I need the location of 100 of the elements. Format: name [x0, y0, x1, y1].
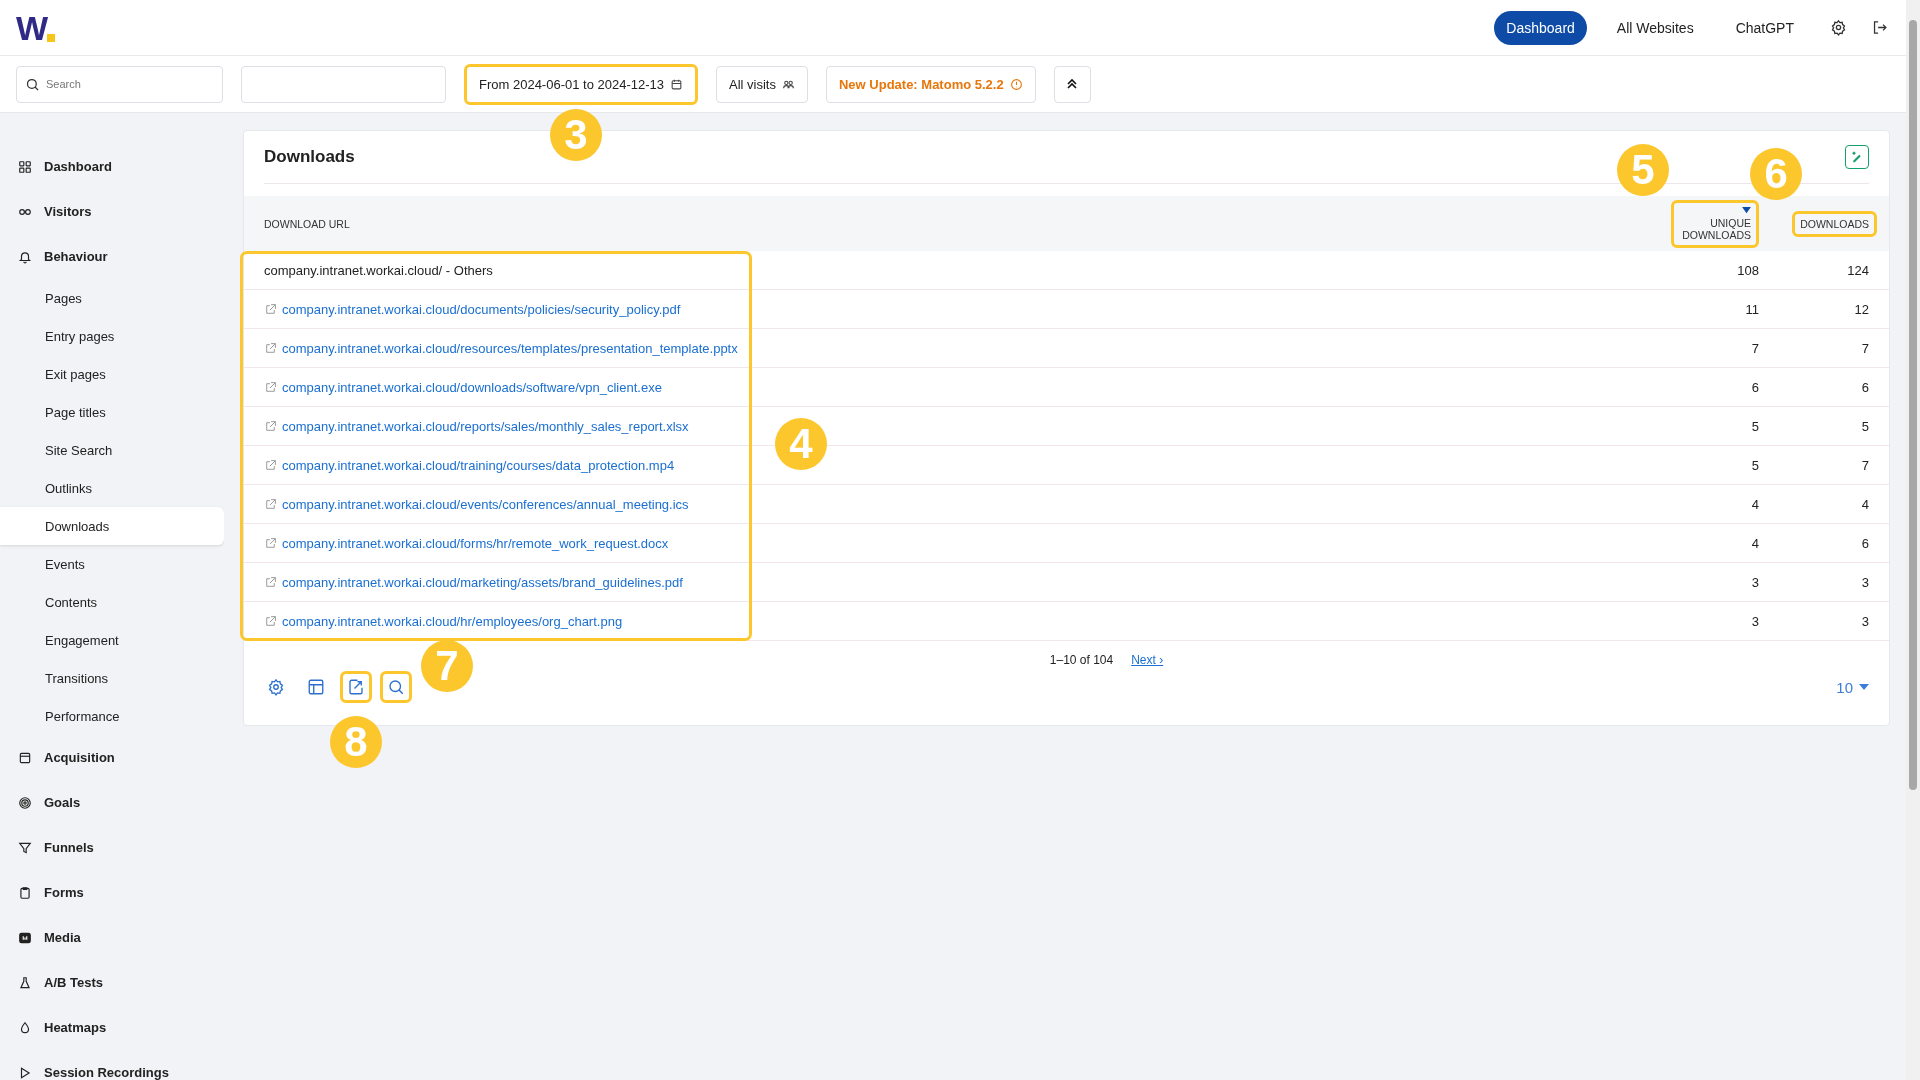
nav-tab[interactable]: Dashboard — [1494, 10, 1587, 45]
sidebar-item[interactable]: Visitors — [0, 189, 224, 234]
external-link-icon[interactable] — [264, 380, 277, 394]
external-link-icon[interactable] — [264, 419, 277, 433]
caret-icon — [1859, 684, 1869, 690]
callout-badge: 8 — [330, 716, 382, 768]
table-cell: 3 — [1861, 574, 1869, 590]
logout-icon[interactable] — [1871, 19, 1888, 36]
download-link[interactable]: company.intranet.workai.cloud/downloads/software/vpn_client.exe — [282, 379, 662, 395]
table-cell: 11 — [1745, 301, 1759, 317]
next-link[interactable]: Next › — [1131, 653, 1164, 667]
media-icon — [18, 930, 32, 945]
nav-tab[interactable]: All Websites — [1604, 10, 1706, 45]
callout-badge: 7 — [421, 640, 473, 692]
date-range-button[interactable]: From 2024-06-01 to 2024-12-13 — [464, 63, 698, 105]
nav-tab[interactable]: ChatGPT — [1723, 10, 1806, 45]
table-cell: 7 — [1861, 340, 1869, 356]
sidebar-item[interactable]: Forms — [0, 870, 224, 915]
funnel-icon — [18, 840, 32, 855]
bell-icon — [18, 249, 32, 264]
sidebar-item[interactable]: Funnels — [0, 825, 224, 870]
play-icon — [18, 1065, 32, 1080]
segment-button[interactable]: All visits — [716, 65, 808, 103]
collapse-button[interactable] — [1053, 65, 1091, 103]
sidebar-subitem[interactable]: Contents — [0, 583, 224, 621]
sidebar-item[interactable]: Acquisition — [0, 735, 224, 780]
download-link[interactable]: company.intranet.workai.cloud/reports/sales/monthly_sales_report.xlsx — [282, 418, 689, 434]
pencil-icon[interactable] — [1845, 145, 1869, 169]
column-header[interactable]: DOWNLOADS — [1792, 210, 1877, 237]
grid-icon — [18, 159, 32, 174]
sidebar-subitem[interactable]: Events — [0, 545, 224, 583]
sidebar-subitem[interactable]: Entry pages — [0, 317, 224, 355]
table-cell: company.intranet.workai.cloud/ - Others — [264, 262, 493, 278]
search-field[interactable]: Search — [16, 65, 223, 103]
table-cell: 7 — [1861, 457, 1869, 473]
sidebar-subitem[interactable]: Exit pages — [0, 355, 224, 393]
callout-badge: 5 — [1617, 143, 1669, 196]
page-size-dropdown[interactable]: 10 — [1830, 677, 1875, 697]
callout-badge: 3 — [550, 108, 602, 161]
external-link-icon[interactable] — [264, 575, 277, 589]
sidebar-subitem[interactable]: Performance — [0, 697, 224, 735]
sidebar-item[interactable]: Goals — [0, 780, 224, 825]
table-cell: 4 — [1861, 496, 1869, 512]
scrollbar[interactable] — [1906, 0, 1920, 1080]
sidebar-subitem[interactable]: Transitions — [0, 659, 224, 697]
calendar-icon — [670, 77, 683, 91]
table-cell: 6 — [1861, 379, 1869, 395]
clipboard-icon — [18, 885, 32, 900]
sidebar-subitem[interactable]: Downloads — [0, 507, 224, 545]
external-link-icon[interactable] — [264, 341, 277, 355]
download-link[interactable]: company.intranet.workai.cloud/forms/hr/remote_work_request.docx — [282, 535, 669, 551]
sidebar-item[interactable]: Behaviour — [0, 234, 224, 279]
table-cell: 6 — [1861, 535, 1869, 551]
table-cell: 3 — [1751, 574, 1759, 590]
table-cell: 5 — [1751, 457, 1759, 473]
callout-badge: 4 — [775, 418, 827, 470]
external-link-icon[interactable] — [264, 302, 277, 316]
flask-icon — [18, 975, 32, 990]
drop-icon — [18, 1020, 32, 1035]
target-icon — [18, 795, 32, 810]
column-header[interactable]: UNIQUE DOWNLOADS — [1671, 199, 1759, 248]
window-icon — [18, 750, 32, 765]
table-cell: 5 — [1751, 418, 1759, 434]
search-icon — [25, 76, 40, 92]
info-icon — [1009, 77, 1023, 91]
table-cell: 3 — [1861, 613, 1869, 629]
sidebar-item[interactable]: Dashboard — [0, 144, 224, 189]
sidebar-item[interactable]: Media — [0, 915, 224, 960]
table-cell: 7 — [1751, 340, 1759, 356]
pagination-range: 1–10 of 104 — [1049, 653, 1114, 667]
table-cell: 5 — [1861, 418, 1869, 434]
download-link[interactable]: company.intranet.workai.cloud/resources/templates/presentation_template.pptx — [282, 340, 738, 356]
callout-badge: 6 — [1750, 147, 1803, 200]
sidebar-item[interactable]: Heatmaps — [0, 1005, 224, 1050]
external-link-icon[interactable] — [264, 497, 277, 511]
download-link[interactable]: company.intranet.workai.cloud/hr/employees/org_chart.png — [282, 613, 623, 629]
sidebar-subitem[interactable]: Site Search — [0, 431, 224, 469]
logo[interactable]: W — [16, 12, 56, 43]
table-cell: 4 — [1751, 535, 1759, 551]
column-header[interactable]: DOWNLOAD URL — [264, 213, 355, 234]
external-link-icon[interactable] — [264, 614, 277, 628]
export-icon[interactable] — [340, 671, 372, 703]
sidebar-subitem[interactable]: Page titles — [0, 393, 224, 431]
table-cell: 12 — [1854, 301, 1869, 317]
input-field[interactable] — [241, 65, 446, 103]
download-link[interactable]: company.intranet.workai.cloud/documents/policies/security_policy.pdf — [282, 301, 681, 317]
download-link[interactable]: company.intranet.workai.cloud/marketing/assets/brand_guidelines.pdf — [282, 574, 683, 590]
report-title: Downloads — [264, 147, 355, 167]
sidebar-subitem[interactable]: Pages — [0, 279, 224, 317]
sidebar-subitem[interactable]: Outlinks — [0, 469, 224, 507]
sidebar-subitem[interactable]: Engagement — [0, 621, 224, 659]
sidebar-item[interactable]: A/B Tests — [0, 960, 224, 1005]
sidebar-item[interactable]: Session Recordings — [0, 1050, 224, 1080]
download-link[interactable]: company.intranet.workai.cloud/events/conferences/annual_meeting.ics — [282, 496, 689, 512]
external-link-icon[interactable] — [264, 458, 277, 472]
settings-icon[interactable] — [1830, 19, 1847, 36]
table-cell: 6 — [1751, 379, 1759, 395]
download-link[interactable]: company.intranet.workai.cloud/training/courses/data_protection.mp4 — [282, 457, 675, 473]
external-link-icon[interactable] — [264, 536, 277, 550]
search-icon[interactable] — [380, 671, 412, 703]
